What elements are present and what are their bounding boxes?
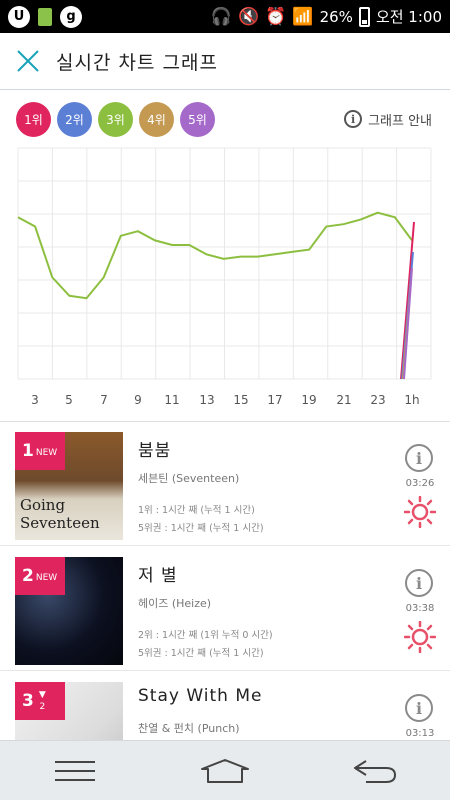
series-line-rank-1 [400, 221, 415, 380]
rank-number: 2 [22, 566, 34, 586]
status-bar: U g 🎧 🔇 ⏰ 📶 26% 오전 1:00 [0, 0, 450, 33]
song-artist: 세븐틴 (Seventeen) [138, 472, 240, 485]
rank-legend: 1위 2위 3위 4위 5위 i 그래프 안내 [0, 100, 450, 138]
home-icon [201, 758, 249, 783]
album-cover: 1 NEW Going Seventeen [15, 432, 123, 540]
new-badge: NEW [35, 572, 58, 583]
x-tick-label: 21 [336, 393, 352, 407]
x-tick-label: 23 [370, 393, 386, 407]
rank-change-value: 2 [39, 702, 46, 712]
song-duration: 03:13 [405, 728, 435, 739]
rank-down-icon: ▼ [38, 690, 46, 700]
uplus-icon: U [8, 5, 30, 28]
rank-chip-1[interactable]: 1위 [16, 101, 51, 137]
sun-icon[interactable] [404, 496, 436, 528]
album-cover: 2 NEW [15, 557, 123, 665]
close-icon [17, 50, 39, 72]
rank-badge: 3 ▼ 2 [15, 682, 65, 720]
rank-number: 3 [22, 691, 34, 711]
x-tick-label: 17 [267, 393, 283, 407]
song-artist: 찬열 & 펀치 (Punch) [138, 722, 240, 735]
rank-chip-4[interactable]: 4위 [139, 101, 174, 137]
rank-stat-2: 5위권 : 1시간 째 (누적 1 시간) [138, 648, 264, 659]
x-axis-labels: 3 5 7 9 11 13 15 17 19 21 23 1h [0, 393, 450, 413]
realtime-chart: 3 5 7 9 11 13 15 17 19 21 23 1h [0, 140, 450, 420]
home-button[interactable] [195, 751, 255, 791]
page-title: 실시간 차트 그래프 [56, 51, 218, 74]
song-row-2[interactable]: 2 NEW 저 별 헤이즈 (Heize) 2위 : 1시간 째 (1위 누적 … [0, 547, 450, 671]
song-info-button[interactable]: i [405, 569, 433, 597]
info-icon: i [344, 110, 363, 128]
rank-badge: 2 NEW [15, 557, 65, 595]
close-button[interactable] [0, 33, 56, 90]
chart-svg [17, 147, 432, 380]
sun-icon[interactable] [404, 621, 436, 653]
battery-level: 26% [319, 7, 353, 26]
g-app-icon: g [60, 5, 82, 28]
album-cover-text: Going Seventeen [20, 496, 100, 532]
menu-button[interactable] [45, 751, 105, 791]
rank-stat-1: 2위 : 1시간 째 (1위 누적 0 시간) [138, 630, 273, 641]
navigation-bar [0, 740, 450, 800]
notification-icon [38, 7, 52, 26]
x-tick-label: 15 [233, 393, 249, 407]
rank-stat-1: 1위 : 1시간 째 (누적 1 시간) [138, 505, 255, 516]
back-button[interactable] [345, 751, 405, 791]
rank-chip-2[interactable]: 2위 [57, 101, 92, 137]
mute-icon: 🔇 [238, 6, 260, 27]
song-duration: 03:26 [405, 478, 435, 489]
x-tick-label: 7 [100, 393, 108, 407]
x-tick-label: 5 [65, 393, 73, 407]
song-title: 붐붐 [138, 441, 172, 461]
headset-icon: 🎧 [210, 6, 233, 27]
graph-guide-label: 그래프 안내 [368, 113, 432, 129]
clock: 오전 1:00 [375, 8, 442, 26]
x-tick-label: 19 [301, 393, 317, 407]
header: 실시간 차트 그래프 [0, 33, 450, 90]
wifi-icon: 📶 [292, 6, 314, 27]
new-badge: NEW [35, 447, 58, 458]
x-tick-label: 11 [164, 393, 180, 407]
battery-icon [358, 6, 370, 27]
rank-number: 1 [22, 441, 34, 461]
menu-icon [55, 760, 95, 781]
x-tick-label: 9 [134, 393, 142, 407]
song-row-1[interactable]: 1 NEW Going Seventeen 붐붐 세븐틴 (Seventeen)… [0, 422, 450, 546]
graph-guide-button[interactable]: i 그래프 안내 [344, 110, 432, 129]
series-line-rank-3 [17, 211, 413, 300]
song-title: Stay With Me [138, 686, 263, 706]
x-tick-label: 1h [404, 393, 420, 407]
song-artist: 헤이즈 (Heize) [138, 597, 212, 610]
rank-change: ▼ 2 [39, 689, 46, 713]
back-icon [354, 759, 396, 783]
song-info-button[interactable]: i [405, 444, 433, 472]
x-tick-label: 13 [199, 393, 215, 407]
song-title: 저 별 [138, 566, 178, 586]
rank-stat-2: 5위권 : 1시간 째 (누적 1 시간) [138, 523, 264, 534]
rank-badge: 1 NEW [15, 432, 65, 470]
song-info-button[interactable]: i [405, 694, 433, 722]
x-tick-label: 3 [31, 393, 39, 407]
rank-chip-5[interactable]: 5위 [180, 101, 215, 137]
song-duration: 03:38 [405, 603, 435, 614]
alarm-icon: ⏰ [265, 6, 287, 27]
rank-chip-3[interactable]: 3위 [98, 101, 133, 137]
